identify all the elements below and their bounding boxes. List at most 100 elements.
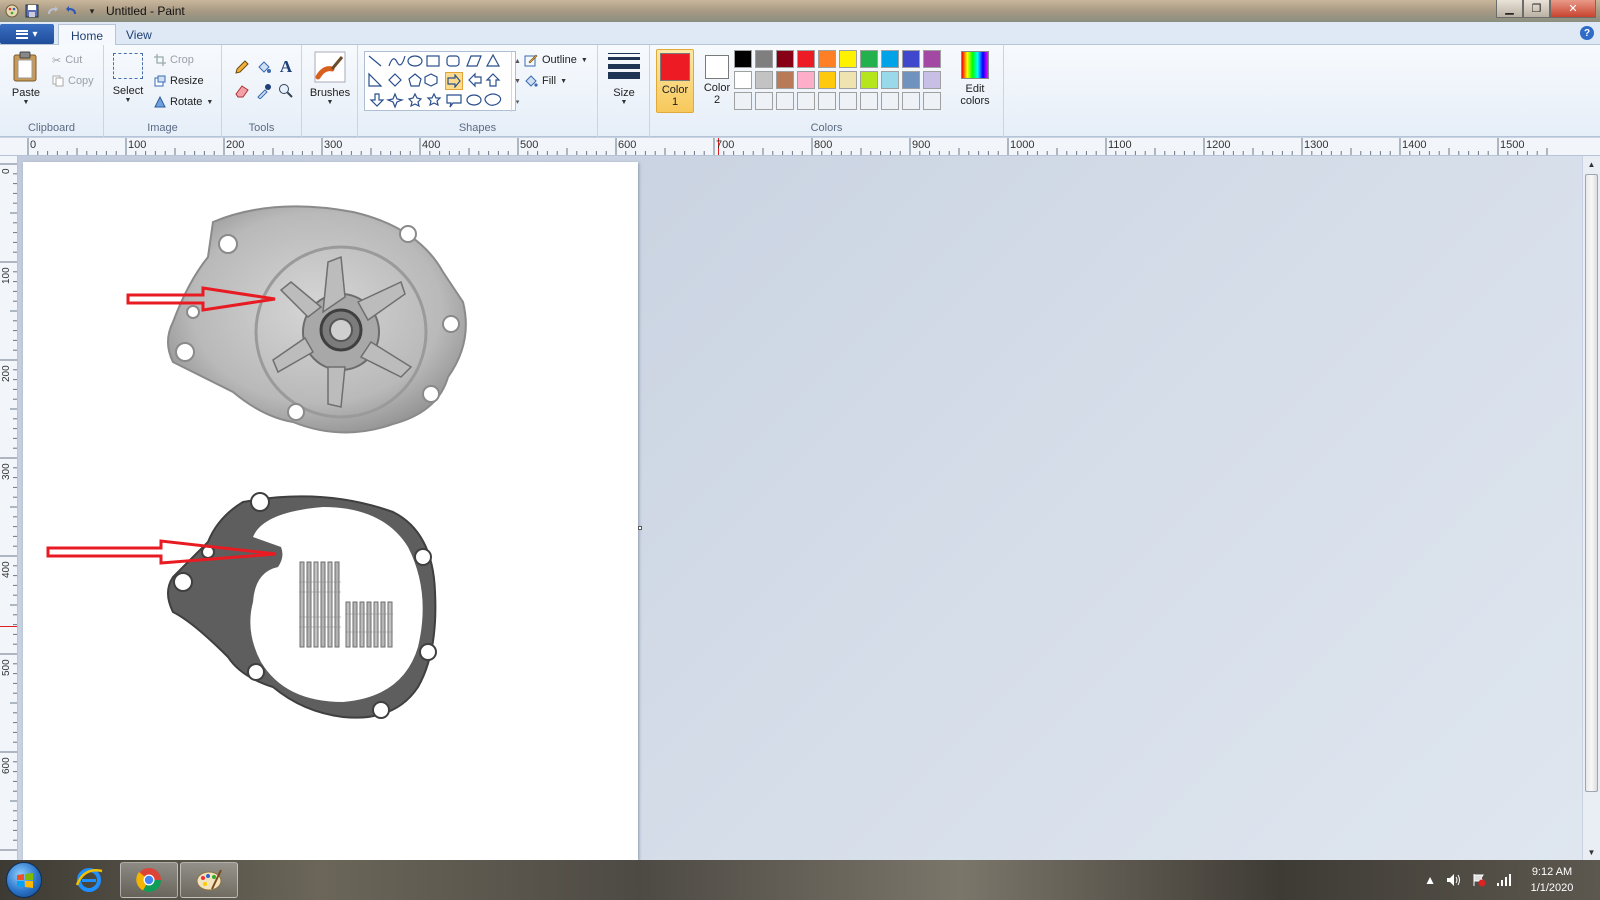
palette-swatch[interactable] bbox=[818, 92, 836, 110]
palette-swatch[interactable] bbox=[776, 50, 794, 68]
taskbar-internet-explorer[interactable] bbox=[60, 862, 118, 898]
line-size-icon bbox=[608, 51, 640, 81]
palette-swatch[interactable] bbox=[923, 50, 941, 68]
palette-swatch[interactable] bbox=[860, 50, 878, 68]
network-signal-icon[interactable] bbox=[1496, 874, 1512, 886]
paste-button[interactable]: Paste ▼ bbox=[8, 51, 44, 106]
edit-colors-button[interactable]: Edit colors bbox=[954, 51, 996, 107]
pencil-tool-button[interactable] bbox=[232, 57, 252, 77]
undo-icon[interactable] bbox=[64, 3, 80, 19]
palette-swatch[interactable] bbox=[881, 50, 899, 68]
palette-swatch[interactable] bbox=[923, 92, 941, 110]
redo-icon[interactable] bbox=[44, 3, 60, 19]
vertical-scrollbar[interactable]: ▲ ▼ bbox=[1582, 156, 1600, 860]
palette-swatch[interactable] bbox=[839, 71, 857, 89]
close-button[interactable]: ✕ bbox=[1550, 0, 1596, 18]
resize-button[interactable]: Resize bbox=[154, 72, 204, 90]
palette-swatch[interactable] bbox=[902, 50, 920, 68]
resize-icon bbox=[154, 75, 166, 87]
tab-home[interactable]: Home bbox=[58, 24, 117, 46]
palette-swatch[interactable] bbox=[734, 92, 752, 110]
paint-app-icon[interactable] bbox=[4, 3, 20, 19]
text-tool-button[interactable]: A bbox=[276, 57, 296, 77]
select-button[interactable]: Select ▼ bbox=[110, 53, 146, 104]
color-1-button[interactable]: Color 1 bbox=[656, 49, 694, 113]
fill-button[interactable]: Fill ▼ bbox=[524, 72, 567, 90]
canvas-resize-handle-right[interactable] bbox=[638, 526, 642, 530]
palette-swatch[interactable] bbox=[755, 50, 773, 68]
magnifier-tool-button[interactable] bbox=[276, 81, 296, 101]
palette-swatch[interactable] bbox=[902, 71, 920, 89]
size-button[interactable]: Size ▼ bbox=[606, 51, 642, 106]
scrollbar-thumb[interactable] bbox=[1585, 174, 1598, 792]
shapes-gallery-scroll[interactable]: ▲ ▼ ▾ bbox=[511, 52, 523, 112]
paint-menu-button[interactable]: ▾ bbox=[0, 24, 54, 44]
brushes-group: Brushes ▼ bbox=[302, 45, 358, 137]
taskbar-paint[interactable] bbox=[180, 862, 238, 898]
show-hidden-icons-icon[interactable]: ▲ bbox=[1424, 873, 1436, 887]
shape-right-arrow-selected[interactable] bbox=[445, 72, 463, 90]
palette-swatch[interactable] bbox=[797, 71, 815, 89]
color-2-label-line1: Color bbox=[703, 82, 731, 94]
palette-swatch[interactable] bbox=[755, 92, 773, 110]
palette-swatch[interactable] bbox=[734, 71, 752, 89]
palette-swatch[interactable] bbox=[776, 71, 794, 89]
fill-bucket-icon bbox=[524, 74, 538, 88]
action-center-flag-icon[interactable] bbox=[1472, 873, 1486, 887]
minimize-button[interactable]: ▁ bbox=[1496, 0, 1523, 18]
save-icon[interactable] bbox=[24, 3, 40, 19]
scroll-down-arrow-icon[interactable]: ▼ bbox=[1583, 844, 1600, 860]
tab-view[interactable]: View bbox=[114, 24, 164, 46]
color-2-button[interactable]: Color 2 bbox=[698, 49, 736, 113]
title-bar: ▾ Untitled - Paint ▁ ❐ ✕ bbox=[0, 0, 1600, 22]
taskbar-chrome[interactable] bbox=[120, 862, 178, 898]
pencil-icon bbox=[235, 60, 249, 74]
scroll-up-arrow-icon[interactable]: ▲ bbox=[1583, 156, 1600, 172]
start-button[interactable] bbox=[6, 862, 42, 898]
expand-gallery-icon[interactable]: ▾ bbox=[516, 98, 520, 106]
help-icon[interactable]: ? bbox=[1580, 26, 1594, 40]
fill-tool-button[interactable] bbox=[254, 57, 274, 77]
ruler-label: 700 bbox=[716, 139, 735, 151]
chevron-down-icon: ▼ bbox=[326, 99, 334, 106]
select-label: Select bbox=[112, 85, 144, 97]
outline-button[interactable]: Outline ▼ bbox=[524, 51, 588, 69]
ribbon: Paste ▼ ✂ Cut Copy Clipboard Select ▼ Cr… bbox=[0, 45, 1600, 137]
restore-button[interactable]: ❐ bbox=[1523, 0, 1550, 18]
drawing-canvas[interactable] bbox=[23, 162, 642, 860]
cut-button[interactable]: ✂ Cut bbox=[52, 51, 82, 69]
volume-icon[interactable] bbox=[1446, 873, 1462, 887]
palette-swatch[interactable] bbox=[797, 50, 815, 68]
taskbar-clock[interactable]: 9:12 AM 1/1/2020 bbox=[1522, 864, 1582, 896]
chevron-down-icon: ▼ bbox=[620, 99, 628, 106]
palette-swatch[interactable] bbox=[839, 50, 857, 68]
palette-swatch[interactable] bbox=[881, 92, 899, 110]
scroll-up-icon[interactable]: ▲ bbox=[514, 58, 521, 65]
crop-button[interactable]: Crop bbox=[154, 51, 194, 69]
palette-swatch[interactable] bbox=[776, 92, 794, 110]
scroll-down-icon[interactable]: ▼ bbox=[514, 78, 521, 85]
edit-colors-label-line1: Edit bbox=[965, 83, 985, 95]
customize-toolbar-chevron-icon[interactable]: ▾ bbox=[84, 3, 100, 19]
magnifier-icon bbox=[279, 84, 293, 98]
palette-swatch[interactable] bbox=[734, 50, 752, 68]
color-picker-tool-button[interactable] bbox=[254, 81, 274, 101]
palette-swatch[interactable] bbox=[923, 71, 941, 89]
palette-swatch[interactable] bbox=[797, 92, 815, 110]
palette-swatch[interactable] bbox=[839, 92, 857, 110]
copy-button[interactable]: Copy bbox=[52, 72, 94, 90]
select-marquee-icon bbox=[113, 53, 143, 79]
palette-swatch[interactable] bbox=[755, 71, 773, 89]
palette-swatch[interactable] bbox=[818, 71, 836, 89]
palette-swatch[interactable] bbox=[860, 92, 878, 110]
palette-swatch[interactable] bbox=[902, 92, 920, 110]
palette-swatch[interactable] bbox=[860, 71, 878, 89]
right-arrow-shape-icon bbox=[447, 74, 461, 88]
brushes-button[interactable]: Brushes ▼ bbox=[308, 51, 352, 106]
palette-swatch[interactable] bbox=[818, 50, 836, 68]
palette-swatch[interactable] bbox=[881, 71, 899, 89]
ruler-cursor-marker-vertical bbox=[0, 626, 17, 627]
rotate-button[interactable]: Rotate ▼ bbox=[154, 93, 213, 111]
canvas-workspace[interactable] bbox=[18, 156, 1582, 860]
eraser-tool-button[interactable] bbox=[232, 81, 252, 101]
